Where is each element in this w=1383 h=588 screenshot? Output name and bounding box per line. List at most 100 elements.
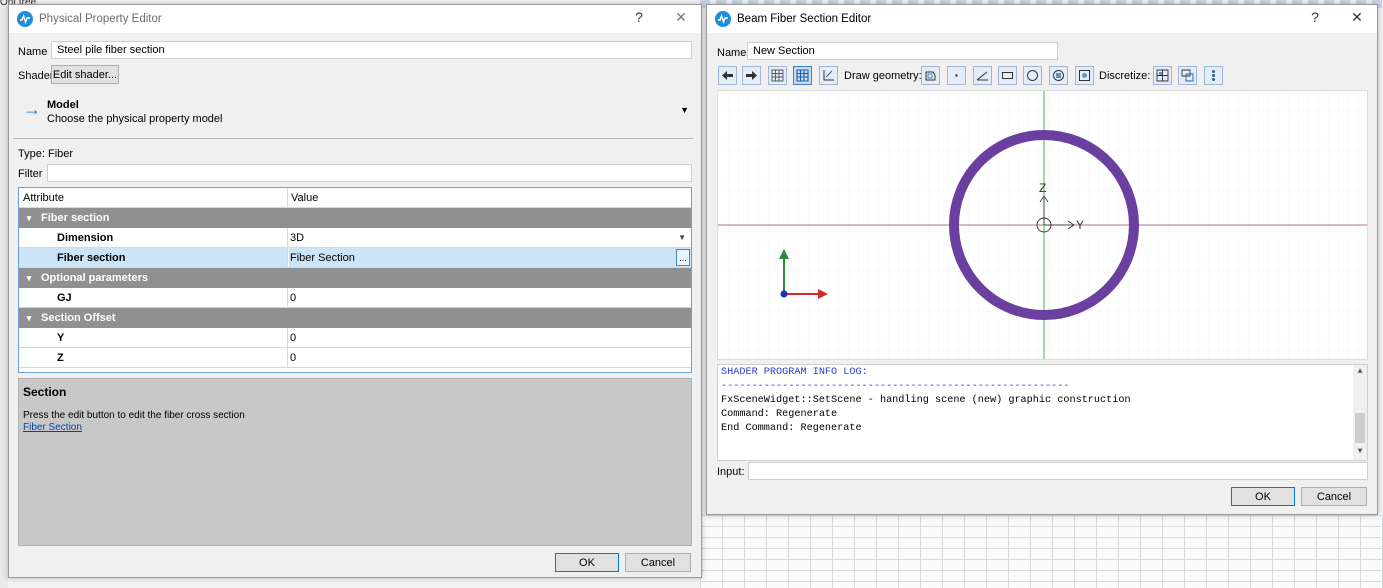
section-canvas[interactable]: Z Y bbox=[717, 90, 1368, 360]
discretize-fibers-button[interactable] bbox=[1153, 66, 1172, 85]
edit-shader-button[interactable]: Edit shader... bbox=[51, 65, 119, 84]
draw-circle-button[interactable] bbox=[1023, 66, 1042, 85]
chevron-down-icon[interactable]: ▾ bbox=[23, 213, 35, 224]
arrow-left-icon bbox=[722, 71, 733, 80]
point-icon bbox=[955, 74, 958, 77]
cancel-button[interactable]: Cancel bbox=[625, 553, 691, 572]
scroll-up-icon[interactable]: ▲ bbox=[1353, 367, 1367, 376]
table-row-gj[interactable]: GJ 0 bbox=[19, 288, 691, 308]
console-line: SHADER PROGRAM INFO LOG: bbox=[721, 367, 868, 378]
section-name-value: New Section bbox=[753, 45, 815, 57]
chevron-down-icon[interactable]: ▾ bbox=[23, 313, 35, 324]
scrollbar-thumb[interactable] bbox=[1355, 413, 1365, 443]
beam-fiber-section-editor-dialog: Beam Fiber Section Editor ? ✕ Name: New … bbox=[706, 4, 1378, 515]
discretize-layer-button[interactable] bbox=[1204, 66, 1223, 85]
draw-rectangle-button[interactable] bbox=[998, 66, 1017, 85]
type-value: Fiber bbox=[48, 148, 74, 160]
ellipsis-button[interactable]: ... bbox=[676, 249, 690, 266]
undo-button[interactable] bbox=[718, 66, 737, 85]
attr-cell: Fiber section bbox=[19, 248, 288, 267]
rectangle-icon bbox=[1002, 72, 1013, 79]
fiber-section-link[interactable]: Fiber Section bbox=[23, 422, 82, 433]
bfse-titlebar[interactable]: Beam Fiber Section Editor ? ✕ bbox=[707, 5, 1377, 33]
value-cell[interactable]: Fiber Section ... bbox=[289, 248, 691, 267]
header-value: Value bbox=[291, 191, 319, 204]
app-logo-icon bbox=[715, 11, 731, 27]
type-label: Type: bbox=[18, 148, 45, 160]
header-attribute: Attribute bbox=[19, 188, 288, 207]
ok-button[interactable]: OK bbox=[1231, 487, 1295, 506]
divider bbox=[13, 138, 693, 139]
draw-point-button[interactable] bbox=[947, 66, 966, 85]
table-row-z[interactable]: Z 0 bbox=[19, 348, 691, 368]
scroll-down-icon[interactable]: ▼ bbox=[1353, 447, 1367, 456]
custom-section-icon bbox=[1079, 70, 1090, 81]
help-icon[interactable]: ? bbox=[1305, 9, 1325, 25]
console-line: ----------------------------------------… bbox=[721, 381, 1070, 392]
line-icon bbox=[976, 71, 988, 81]
attr-cell: Z bbox=[19, 348, 288, 367]
value-text: 3D bbox=[290, 231, 305, 244]
section-canvas-svg: Z Y bbox=[718, 91, 1367, 359]
draw-polygon-button[interactable] bbox=[921, 66, 940, 85]
section-title: Section bbox=[23, 385, 67, 399]
axis-z-label: Z bbox=[1039, 181, 1046, 195]
section-name-input[interactable]: New Section bbox=[747, 42, 1058, 60]
shader-label: Shader bbox=[18, 70, 54, 82]
console-scrollbar[interactable]: ▲ ▼ bbox=[1353, 365, 1367, 460]
name-input[interactable]: Steel pile fiber section bbox=[51, 41, 692, 59]
value-cell[interactable]: 0 bbox=[289, 288, 691, 307]
value-text: Fiber Section bbox=[290, 251, 355, 264]
table-row-fiber-section[interactable]: Fiber section Fiber Section ... bbox=[19, 248, 691, 268]
ok-button[interactable]: OK bbox=[555, 553, 619, 572]
dimension-dropdown[interactable]: 3D ▼ bbox=[289, 228, 691, 247]
close-icon[interactable]: ✕ bbox=[671, 9, 691, 26]
chevron-down-icon[interactable]: ▾ bbox=[23, 273, 35, 284]
triad-origin bbox=[780, 290, 788, 298]
table-row-dimension[interactable]: Dimension 3D ▼ bbox=[19, 228, 691, 248]
mesh-icon bbox=[1156, 69, 1169, 82]
draw-custom-button[interactable] bbox=[1075, 66, 1094, 85]
ppe-title: Physical Property Editor bbox=[39, 13, 162, 25]
table-row-y[interactable]: Y 0 bbox=[19, 328, 691, 348]
axes-toggle-button[interactable] bbox=[819, 66, 838, 85]
ppe-titlebar[interactable]: Physical Property Editor ? ✕ bbox=[9, 5, 701, 33]
grid-toggle-button[interactable] bbox=[768, 66, 787, 85]
input-label: Input: bbox=[717, 466, 745, 478]
close-icon[interactable]: ✕ bbox=[1347, 9, 1367, 26]
axes-icon bbox=[823, 70, 834, 81]
caret-down-icon[interactable]: ▼ bbox=[678, 233, 686, 242]
console-line: FxSceneWidget::SetScene - handling scene… bbox=[721, 395, 1131, 406]
snap-grid-button[interactable] bbox=[793, 66, 812, 85]
group-fiber-section-cell: ▾ Fiber section bbox=[19, 208, 691, 228]
group-section-offset[interactable]: ▾ Section Offset bbox=[19, 308, 691, 328]
draw-shape-button[interactable] bbox=[1049, 66, 1068, 85]
value-cell[interactable]: 0 bbox=[289, 328, 691, 347]
attr-cell: Dimension bbox=[19, 228, 288, 247]
background-app-edge bbox=[0, 0, 8, 588]
cancel-button[interactable]: Cancel bbox=[1301, 487, 1367, 506]
group-fiber-section[interactable]: ▾ Fiber section bbox=[19, 208, 691, 228]
console-log[interactable]: ▲ ▼ SHADER PROGRAM INFO LOG: ------------… bbox=[717, 364, 1368, 461]
value-cell[interactable]: 0 bbox=[289, 348, 691, 367]
discretize-patch-button[interactable] bbox=[1178, 66, 1197, 85]
group-label: Optional parameters bbox=[41, 272, 148, 284]
help-icon[interactable]: ? bbox=[629, 9, 649, 25]
name-input-value: Steel pile fiber section bbox=[57, 44, 165, 56]
discretize-label: Discretize: bbox=[1099, 70, 1151, 82]
command-input[interactable] bbox=[748, 462, 1368, 480]
shape-library-icon bbox=[1053, 70, 1064, 81]
caret-down-icon[interactable]: ▼ bbox=[680, 105, 689, 115]
bfse-title: Beam Fiber Section Editor bbox=[737, 13, 872, 25]
draw-geometry-label: Draw geometry: bbox=[844, 70, 922, 82]
filter-input[interactable] bbox=[47, 164, 692, 182]
attr-cell: Y bbox=[19, 328, 288, 347]
group-optional-parameters[interactable]: ▾ Optional parameters bbox=[19, 268, 691, 288]
console-line: End Command: Regenerate bbox=[721, 423, 862, 434]
group-section-offset-cell: ▾ Section Offset bbox=[19, 308, 691, 328]
redo-button[interactable] bbox=[742, 66, 761, 85]
layer-icon bbox=[1212, 70, 1215, 81]
draw-line-button[interactable] bbox=[973, 66, 992, 85]
patch-icon bbox=[1181, 69, 1194, 82]
filter-label: Filter bbox=[18, 168, 43, 180]
